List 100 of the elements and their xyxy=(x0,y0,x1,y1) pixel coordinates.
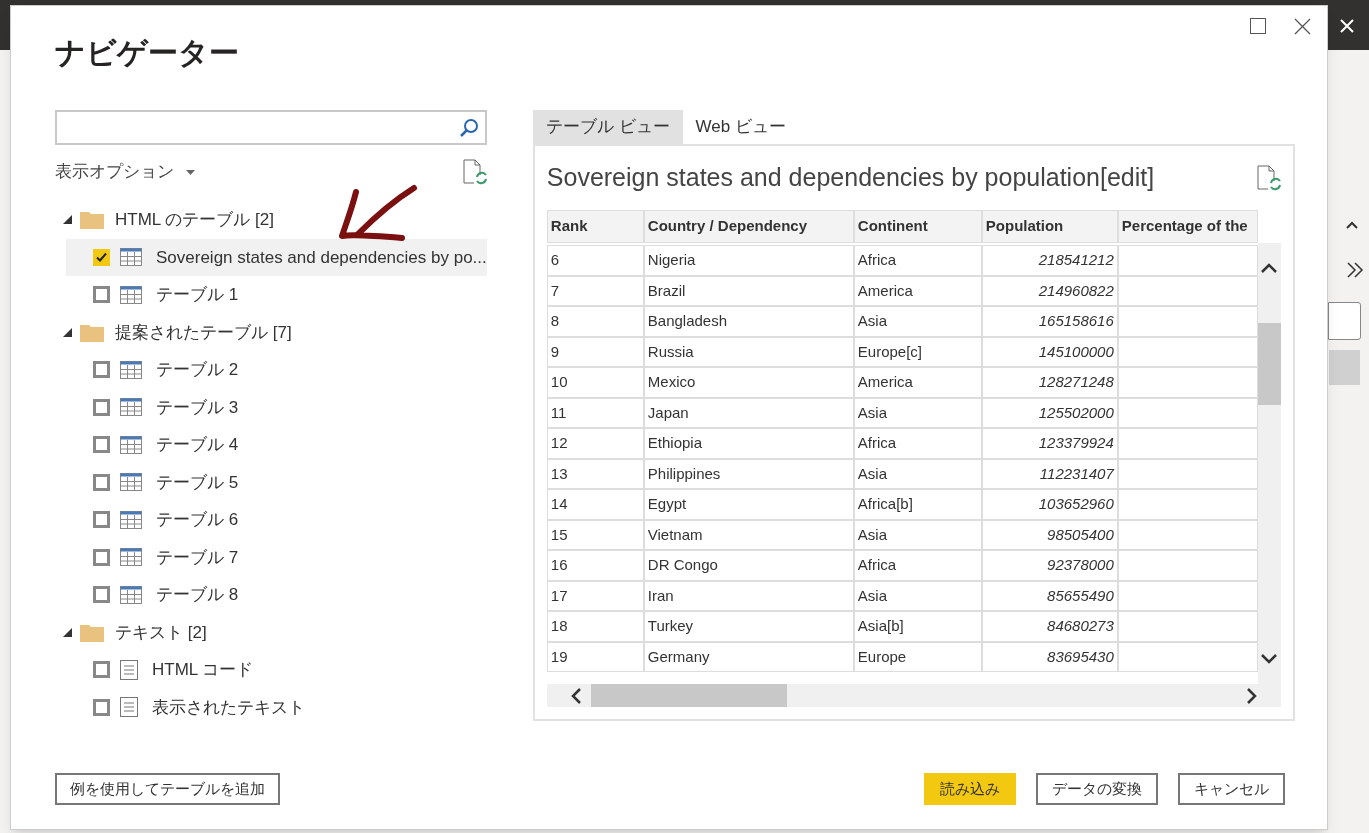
table-cell: 6 xyxy=(546,245,644,276)
column-header: Rank xyxy=(546,210,644,243)
dialog-button[interactable]: キャンセル xyxy=(1178,773,1285,805)
refresh-document-icon[interactable] xyxy=(462,159,487,185)
table-cell: 13 xyxy=(546,458,644,489)
chevron-down-icon[interactable] xyxy=(1261,654,1278,664)
table-cell: Asia xyxy=(853,519,982,550)
view-tab[interactable]: テーブル ビュー xyxy=(532,110,683,144)
tree-group-label[interactable]: 提案されたテーブル [7] xyxy=(115,319,292,345)
tree-item[interactable]: Sovereign states and dependencies by po... xyxy=(66,238,487,276)
expand-triangle-icon[interactable] xyxy=(63,327,72,337)
tree-group-label[interactable]: HTML のテーブル [2] xyxy=(115,207,274,233)
input-field[interactable] xyxy=(1328,302,1361,340)
table-cell: 17 xyxy=(546,580,644,611)
checkbox[interactable] xyxy=(93,511,110,529)
tree-item[interactable]: HTML コード xyxy=(66,651,487,689)
tree-item-label: テーブル 5 xyxy=(156,471,239,494)
table-cell: Ethiopia xyxy=(643,428,854,459)
tree-item[interactable]: テーブル 8 xyxy=(66,576,487,614)
table-cell: Germany xyxy=(643,641,854,672)
table-cell: 16 xyxy=(546,550,644,581)
view-tab[interactable]: Web ビュー xyxy=(682,110,799,144)
checkbox[interactable] xyxy=(93,286,110,304)
folder-icon xyxy=(80,622,104,642)
chevron-right-icon[interactable] xyxy=(1246,687,1257,704)
checkbox[interactable] xyxy=(93,548,110,566)
expand-triangle-icon[interactable] xyxy=(63,627,72,637)
folder-icon xyxy=(80,210,104,230)
table-cell: 218541212 xyxy=(981,245,1118,276)
tree-item-label: テーブル 8 xyxy=(156,584,239,606)
scroll-thumb[interactable] xyxy=(590,684,787,707)
expand-triangle-icon[interactable] xyxy=(63,215,72,225)
dialog-button[interactable]: データの変換 xyxy=(1036,773,1158,805)
tree-item-label: テーブル 7 xyxy=(156,546,239,569)
table-cell: Vietnam xyxy=(643,519,854,550)
checkbox[interactable] xyxy=(93,473,110,491)
display-options-dropdown[interactable]: 表示オプション xyxy=(55,159,195,185)
table-cell: Africa xyxy=(853,550,982,581)
vertical-scrollbar[interactable] xyxy=(1257,243,1281,684)
table-cell: 10 xyxy=(546,367,644,398)
table-cell: 112231407 xyxy=(981,458,1118,489)
table-cell: 11 xyxy=(546,397,644,428)
column-header: Population xyxy=(981,210,1118,243)
table-cell: Mexico xyxy=(643,367,854,398)
tree-item[interactable]: テーブル 1 xyxy=(66,276,487,314)
table-cell: 125502000 xyxy=(981,397,1118,428)
checkbox[interactable] xyxy=(93,698,110,716)
checkbox[interactable] xyxy=(93,398,110,416)
table-cell: 84680273 xyxy=(981,611,1118,642)
search-field[interactable] xyxy=(55,110,487,145)
dialog-button[interactable]: 読み込み xyxy=(924,773,1016,805)
table-cell: Philippines xyxy=(643,458,854,489)
table-cell: DR Congo xyxy=(643,550,854,581)
table-cell: 98505400 xyxy=(981,519,1118,550)
tree-item[interactable]: 表示されたテキスト xyxy=(66,688,487,726)
search-icon[interactable] xyxy=(458,117,479,138)
scroll-thumb[interactable] xyxy=(1257,323,1281,405)
tree-item-label: テーブル 6 xyxy=(156,509,239,531)
tree-item[interactable]: テーブル 7 xyxy=(66,538,487,576)
dialog-title: ナビゲーター xyxy=(55,38,239,68)
tree-item[interactable]: テーブル 2 xyxy=(66,351,487,389)
table-icon xyxy=(120,285,142,304)
table-cell: Asia xyxy=(853,397,982,428)
table-cell: 9 xyxy=(546,336,644,367)
chevron-left-icon[interactable] xyxy=(570,687,581,704)
caret-icon xyxy=(186,169,195,175)
tree-item[interactable]: テーブル 6 xyxy=(66,501,487,539)
checkbox[interactable] xyxy=(93,586,110,604)
chevron-up-icon[interactable] xyxy=(1261,263,1278,273)
close-icon[interactable] xyxy=(1294,18,1311,35)
double-chevron-icon[interactable] xyxy=(1345,260,1365,280)
table-cell: 145100000 xyxy=(981,336,1118,367)
checkbox[interactable] xyxy=(93,436,110,454)
column-header: Country / Dependency xyxy=(643,210,854,243)
checkbox[interactable] xyxy=(93,361,110,379)
checkbox[interactable] xyxy=(93,248,110,266)
tree-item[interactable]: テーブル 5 xyxy=(66,463,487,501)
table-cell: Africa xyxy=(853,245,982,276)
horizontal-scrollbar[interactable] xyxy=(546,684,1281,707)
table-icon xyxy=(120,398,142,417)
tree-item-label: テーブル 2 xyxy=(156,359,239,381)
document-icon xyxy=(120,697,138,718)
table-cell: Iran xyxy=(643,580,854,611)
add-table-button[interactable]: 例を使用してテーブルを追加 xyxy=(55,773,280,805)
tree-item[interactable]: テーブル 4 xyxy=(66,426,487,464)
table-cell: Egypt xyxy=(643,489,854,520)
table-cell: 19 xyxy=(546,641,644,672)
table-cell: 123379924 xyxy=(981,428,1118,459)
tree-group-label[interactable]: テキスト [2] xyxy=(115,619,207,645)
maximize-icon[interactable] xyxy=(1250,18,1266,34)
table-cell: 85655490 xyxy=(981,580,1118,611)
table-cell: 15 xyxy=(546,519,644,550)
refresh-document-icon[interactable] xyxy=(1256,165,1281,191)
table-cell: Russia xyxy=(643,336,854,367)
tree-item[interactable]: テーブル 3 xyxy=(66,388,487,426)
chevron-up-icon[interactable] xyxy=(1345,220,1359,230)
table-cell: 128271248 xyxy=(981,367,1118,398)
tree-item-label: Sovereign states and dependencies by po... xyxy=(156,246,487,269)
checkbox[interactable] xyxy=(93,661,110,679)
table-cell: Europe xyxy=(853,641,982,672)
